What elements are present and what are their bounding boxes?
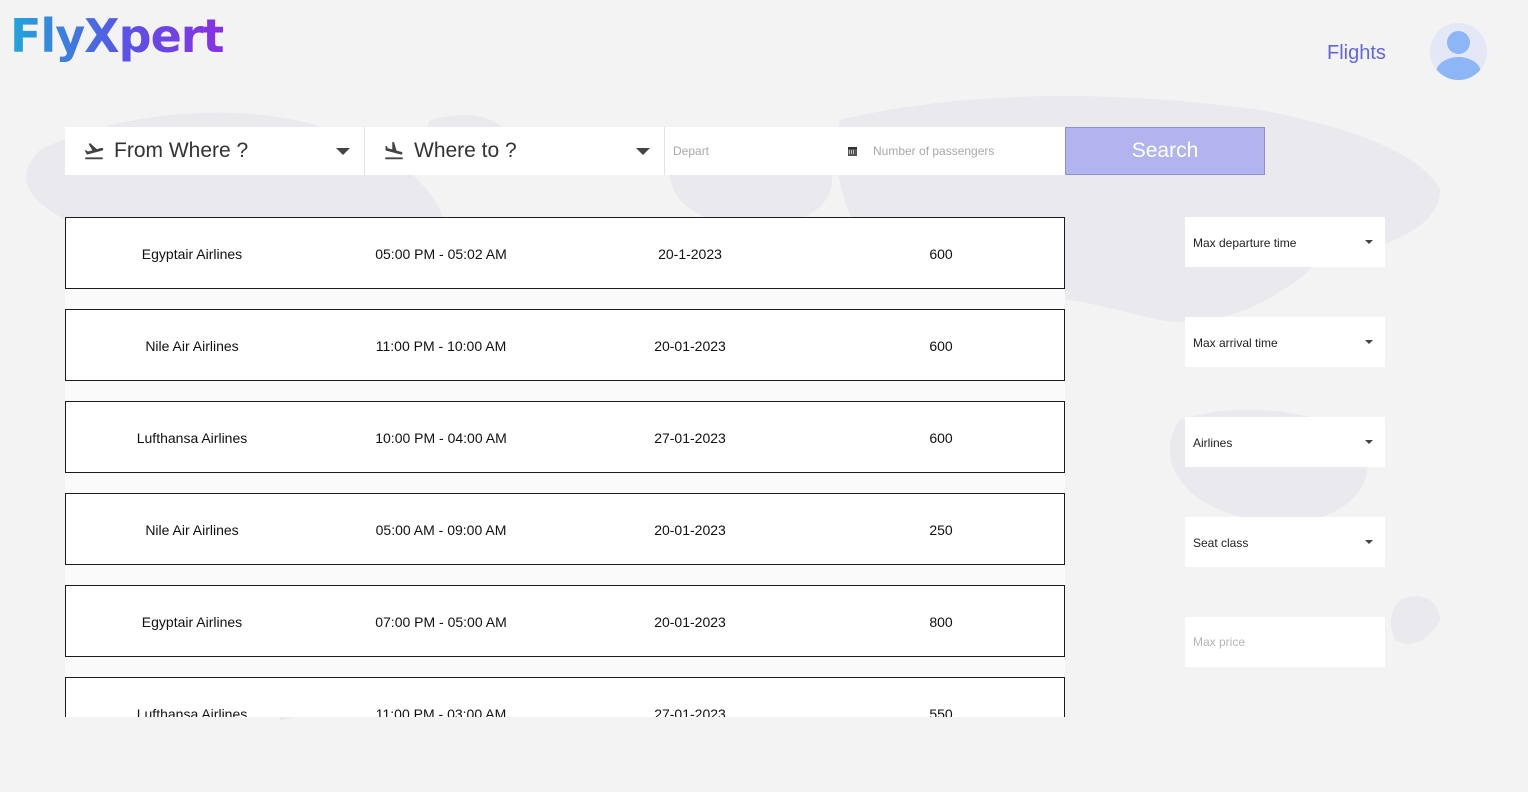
chevron-down-icon xyxy=(1365,540,1373,544)
max-arrival-select[interactable]: Max arrival time xyxy=(1185,317,1385,367)
flight-time: 05:00 AM - 09:00 AM xyxy=(375,522,507,538)
flight-airline: Lufthansa Airlines xyxy=(136,430,248,446)
airlines-label: Airlines xyxy=(1193,436,1233,450)
to-select[interactable]: Where to ? xyxy=(365,127,665,175)
max-price-input[interactable] xyxy=(1185,617,1385,667)
avatar-body xyxy=(1436,57,1481,80)
flight-row[interactable]: Egyptair Airlines 07:00 PM - 05:00 AM 20… xyxy=(65,585,1065,657)
avatar-head xyxy=(1447,31,1470,54)
flight-results-list: Egyptair Airlines 05:00 PM - 05:02 AM 20… xyxy=(65,217,1065,717)
flight-date: 20-01-2023 xyxy=(654,338,726,354)
seat-class-label: Seat class xyxy=(1193,536,1249,550)
flight-date: 20-01-2023 xyxy=(654,614,726,630)
flight-row[interactable]: Lufthansa Airlines 10:00 PM - 04:00 AM 2… xyxy=(65,401,1065,473)
from-label: From Where ? xyxy=(114,139,249,162)
flight-date: 27-01-2023 xyxy=(654,430,726,446)
search-bar: From Where ? Where to ? Search xyxy=(65,127,1265,175)
brand-logo[interactable]: FlyXpert xyxy=(10,6,224,66)
flight-date: 27-01-2023 xyxy=(654,706,726,717)
calendar-icon[interactable] xyxy=(848,147,857,156)
max-departure-select[interactable]: Max departure time xyxy=(1185,217,1385,267)
flight-price: 550 xyxy=(929,706,953,717)
max-departure-label: Max departure time xyxy=(1193,236,1297,250)
flight-price: 800 xyxy=(929,614,953,630)
airlines-select[interactable]: Airlines xyxy=(1185,417,1385,467)
max-price-field[interactable] xyxy=(1185,617,1385,667)
chevron-down-icon xyxy=(336,148,350,155)
flight-price: 600 xyxy=(929,430,953,446)
flight-row[interactable]: Egyptair Airlines 05:00 PM - 05:02 AM 20… xyxy=(65,217,1065,289)
flight-time: 05:00 PM - 05:02 AM xyxy=(375,246,507,262)
flight-date: 20-1-2023 xyxy=(658,246,722,262)
seat-class-select[interactable]: Seat class xyxy=(1185,517,1385,567)
flight-airline: Nile Air Airlines xyxy=(145,522,239,538)
plane-takeoff-icon xyxy=(84,143,104,160)
flight-row[interactable]: Nile Air Airlines 11:00 PM - 10:00 AM 20… xyxy=(65,309,1065,381)
max-arrival-label: Max arrival time xyxy=(1193,336,1278,350)
flight-airline: Egyptair Airlines xyxy=(141,246,243,262)
depart-field[interactable] xyxy=(665,127,865,175)
passengers-field[interactable] xyxy=(865,127,1065,175)
chevron-down-icon xyxy=(1365,340,1373,344)
chevron-down-icon xyxy=(1365,440,1373,444)
passengers-input[interactable] xyxy=(865,127,1065,175)
to-label: Where to ? xyxy=(414,139,517,162)
flight-date: 20-01-2023 xyxy=(654,522,726,538)
flight-price: 600 xyxy=(929,246,953,262)
chevron-down-icon xyxy=(636,148,650,155)
app-root: FlyXpert Flights From Where ? Where to ? xyxy=(0,0,1528,792)
user-avatar-icon[interactable] xyxy=(1430,23,1487,80)
flight-airline: Egyptair Airlines xyxy=(141,614,243,630)
nav-flights-link[interactable]: Flights xyxy=(1327,40,1386,66)
flight-time: 11:00 PM - 03:00 AM xyxy=(375,706,507,717)
flight-time: 07:00 PM - 05:00 AM xyxy=(375,614,507,630)
flight-row[interactable]: Nile Air Airlines 05:00 AM - 09:00 AM 20… xyxy=(65,493,1065,565)
plane-landing-icon xyxy=(385,141,403,160)
depart-input[interactable] xyxy=(665,127,865,175)
flight-airline: Nile Air Airlines xyxy=(145,338,239,354)
flight-time: 11:00 PM - 10:00 AM xyxy=(375,338,507,354)
flight-price: 600 xyxy=(929,338,953,354)
chevron-down-icon xyxy=(1365,240,1373,244)
flight-price: 250 xyxy=(929,522,953,538)
flight-airline: Lufthansa Airlines xyxy=(136,706,248,717)
from-select[interactable]: From Where ? xyxy=(65,127,365,175)
search-button[interactable]: Search xyxy=(1065,127,1265,175)
flight-time: 10:00 PM - 04:00 AM xyxy=(375,430,507,446)
flight-row[interactable]: Lufthansa Airlines 11:00 PM - 03:00 AM 2… xyxy=(65,677,1065,717)
